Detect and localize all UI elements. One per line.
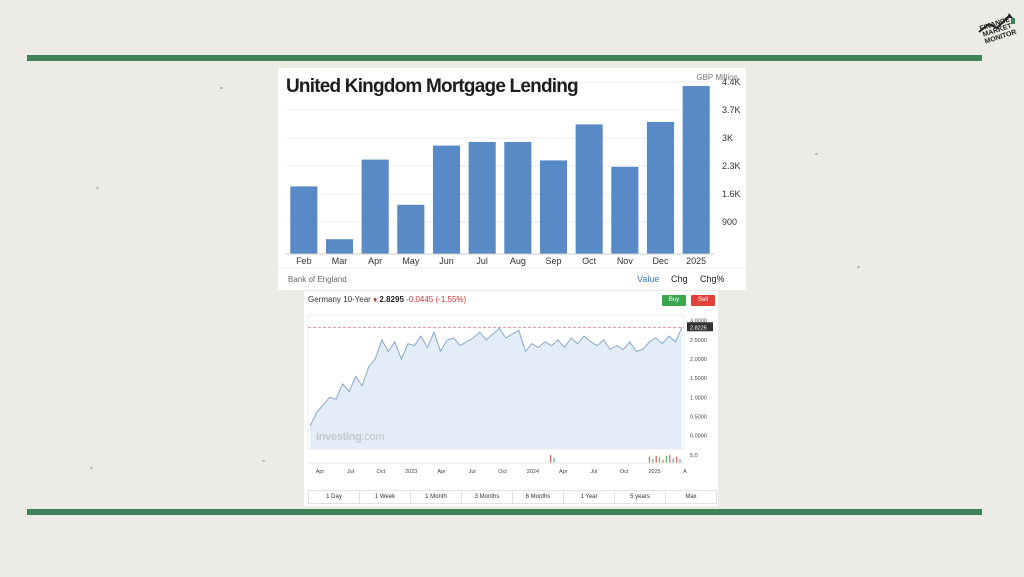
x-tick-label: Jul: [347, 469, 354, 475]
y-tick-label: 2.5000: [690, 338, 707, 344]
bar: [646, 122, 675, 254]
y-tick-label: 2.0000: [690, 357, 707, 363]
chart-title: United Kingdom Mortgage Lending: [286, 76, 579, 97]
top-divider: [27, 55, 982, 61]
volume-bar: [672, 458, 674, 463]
x-tick-label: Aug: [510, 256, 526, 266]
volume-bar: [665, 455, 667, 463]
x-tick-label: Mar: [332, 256, 348, 266]
bar: [575, 124, 603, 255]
volume-bar: [648, 456, 650, 463]
bar: [325, 239, 354, 254]
volume-bar: [652, 459, 654, 463]
range-3-months[interactable]: 3 Months: [462, 491, 513, 503]
range-1-week[interactable]: 1 Week: [360, 491, 411, 503]
volume-bar: [655, 455, 657, 463]
bar: [539, 160, 568, 254]
speck: [815, 153, 818, 155]
y-tick-label: 3K: [722, 133, 733, 143]
bund-yield-chart: 0.00000.50001.00001.50002.00002.50003.00…: [307, 314, 713, 475]
x-tick-label: Dec: [652, 256, 669, 266]
tab-change[interactable]: Chg: [671, 274, 688, 284]
y-tick-label: 3.7K: [722, 105, 741, 115]
last-price-label: 2.8225: [690, 325, 707, 331]
tab-change-percent[interactable]: Chg%: [700, 274, 725, 284]
x-tick-label: Apr: [437, 469, 446, 475]
x-tick-label: Apr: [368, 256, 382, 266]
volume-bar: [669, 455, 671, 463]
x-tick-label: Apr: [559, 469, 568, 475]
x-tick-label: Oct: [498, 469, 507, 475]
chart-source: Bank of England: [288, 275, 347, 284]
range-5-years[interactable]: 5 years: [615, 491, 666, 503]
volume-bar: [676, 456, 678, 463]
y-tick-label: 1.6K: [722, 189, 741, 199]
x-tick-label: 2025: [686, 256, 706, 266]
x-tick-label: Oct: [620, 469, 629, 475]
chart-unit: GBP Million: [696, 73, 738, 82]
y-tick-label: 0.5000: [690, 414, 707, 420]
bar: [682, 86, 710, 254]
time-range-selector: 1 Day 1 Week 1 Month 3 Months 6 Months 1…: [308, 490, 717, 504]
y-tick-label: 900: [722, 217, 737, 227]
bar: [504, 142, 532, 254]
bar: [432, 145, 461, 254]
speck: [220, 87, 223, 89]
x-tick-label: Jul: [469, 469, 476, 475]
volume-bar: [679, 459, 681, 463]
watermark-domain: .com: [361, 431, 385, 443]
volume-bar: [550, 455, 552, 463]
speck: [90, 467, 93, 469]
y-tick-label: 1.5000: [690, 376, 707, 382]
bar: [397, 204, 425, 254]
x-tick-label: Jul: [476, 256, 488, 266]
speck: [262, 460, 265, 462]
x-tick-label: Jul: [590, 469, 597, 475]
bar: [468, 142, 496, 254]
x-tick-label: 2024: [527, 469, 539, 475]
x-tick-label: 2025: [648, 469, 660, 475]
x-tick-label: Nov: [617, 256, 634, 266]
speck: [96, 187, 99, 189]
bar: [361, 159, 389, 254]
volume-bar: [659, 457, 661, 463]
x-tick-label: A: [683, 469, 687, 475]
range-1-day[interactable]: 1 Day: [309, 491, 360, 503]
x-tick-label: Oct: [377, 469, 386, 475]
x-tick-label: Jun: [439, 256, 454, 266]
volume-bar: [553, 458, 555, 463]
bar: [611, 166, 639, 254]
tab-value[interactable]: Value: [637, 274, 659, 284]
range-1-month[interactable]: 1 Month: [411, 491, 462, 503]
range-6-months[interactable]: 6 Months: [513, 491, 564, 503]
x-tick-label: Feb: [296, 256, 312, 266]
x-tick-label: Apr: [316, 469, 325, 475]
x-tick-label: 2023: [405, 469, 417, 475]
y-tick-label: 0.0000: [690, 434, 707, 440]
range-max[interactable]: Max: [666, 491, 716, 503]
range-1-year[interactable]: 1 Year: [564, 491, 615, 503]
bund-yield-panel: Germany 10-Year ♦ 2.8295 -0.0445 (-1.55%…: [304, 291, 718, 506]
watermark-brand: Investing: [316, 431, 362, 443]
mortgage-lending-panel: 900 1.6K 2.3K 3K 3.7K 4.4K Feb Mar Apr May Jun Jul A…: [278, 68, 746, 290]
investing-watermark: Investing.com: [316, 431, 385, 443]
x-tick-label: May: [402, 256, 420, 266]
speck: [857, 266, 860, 268]
mortgage-bar-chart: 9001.6K2.3K3K3.7K4.4KFeb Mar Apr May Jun Jul A…: [278, 77, 746, 269]
bottom-divider: [27, 509, 982, 515]
bar: [290, 186, 318, 254]
volume-axis-label: 5.0: [690, 453, 698, 459]
y-tick-label: 2.3K: [722, 161, 741, 171]
y-tick-label: 1.0000: [690, 395, 707, 401]
x-tick-label: Sep: [545, 256, 561, 266]
x-tick-label: Oct: [582, 256, 597, 266]
